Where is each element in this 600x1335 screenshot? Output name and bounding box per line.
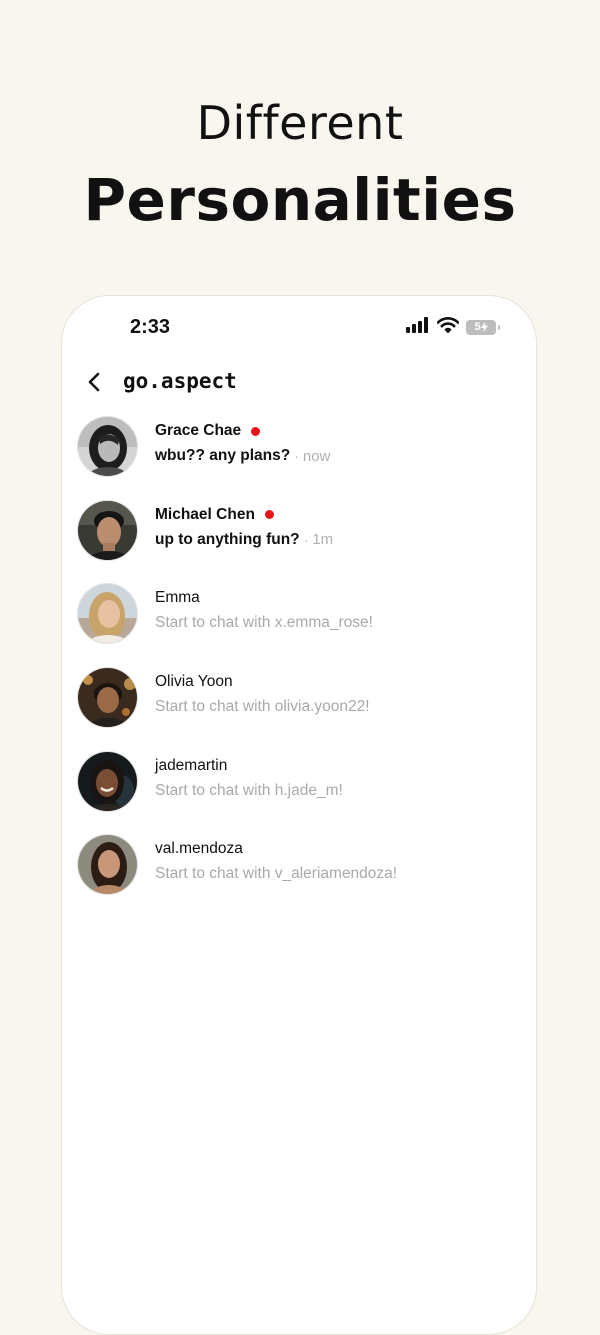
chat-item-jademartin[interactable]: jademartin Start to chat with h.jade_m! <box>62 741 536 825</box>
status-bar: 2:33 5 <box>62 296 536 360</box>
chat-timestamp: now <box>302 447 331 465</box>
chat-name: Olivia Yoon <box>155 673 233 691</box>
chat-name: Emma <box>155 589 200 607</box>
chat-last-message: Start to chat with olivia.yoon22! <box>155 698 370 716</box>
chat-item-grace-chae[interactable]: Grace Chae wbu?? any plans? · now <box>62 406 536 490</box>
chat-separator: · <box>303 531 309 548</box>
headline-title: Different <box>196 96 404 150</box>
back-button[interactable] <box>80 368 108 396</box>
chat-last-message: wbu?? any plans? <box>155 447 291 464</box>
chat-name: jademartin <box>155 756 228 774</box>
headline-subtitle: Personalities <box>83 166 517 234</box>
chat-name: val.mendoza <box>155 840 243 858</box>
chat-name: Michael Chen <box>155 505 255 523</box>
chat-item-emma[interactable]: Emma Start to chat with x.emma_rose! <box>62 573 536 657</box>
chat-name: Grace Chae <box>155 422 242 439</box>
unread-indicator <box>251 426 261 436</box>
status-time: 2:33 <box>130 316 171 338</box>
chevron-left-icon <box>88 372 100 392</box>
chat-item-michael-chen[interactable]: Michael Chen up to anything fun? · 1m <box>62 490 536 574</box>
chat-item-val-mendoza[interactable]: val.mendoza Start to chat with v_aleriam… <box>62 824 536 908</box>
avatar[interactable] <box>77 416 138 477</box>
chat-separator: · <box>294 448 299 464</box>
chat-last-message: Start to chat with h.jade_m! <box>155 781 343 799</box>
chat-list: Grace Chae wbu?? any plans? · now Michae… <box>62 406 536 908</box>
chat-last-message: Start to chat with x.emma_rose! <box>155 614 373 632</box>
avatar[interactable] <box>77 667 138 729</box>
chat-last-message: up to anything fun? <box>155 530 300 548</box>
charging-bolt-icon <box>480 322 488 332</box>
wifi-icon <box>436 316 460 338</box>
chat-timestamp: 1m <box>312 531 334 549</box>
phone-frame: 2:33 5 go.aspect Grace Chae wbu?? any pl… <box>61 295 537 1335</box>
chat-last-message: Start to chat with v_aleriamendoza! <box>155 865 398 883</box>
avatar[interactable] <box>77 583 138 645</box>
avatar[interactable] <box>77 834 138 896</box>
page-title: go.aspect <box>123 369 237 393</box>
nav-header: go.aspect <box>62 360 536 406</box>
unread-indicator <box>264 510 274 520</box>
avatar[interactable] <box>77 499 138 561</box>
battery-icon: 5 <box>466 319 500 335</box>
chat-item-olivia-yoon[interactable]: Olivia Yoon Start to chat with olivia.yo… <box>62 657 536 741</box>
avatar[interactable] <box>77 750 138 812</box>
cellular-signal-icon <box>406 316 430 338</box>
status-icons: 5 <box>406 316 500 338</box>
